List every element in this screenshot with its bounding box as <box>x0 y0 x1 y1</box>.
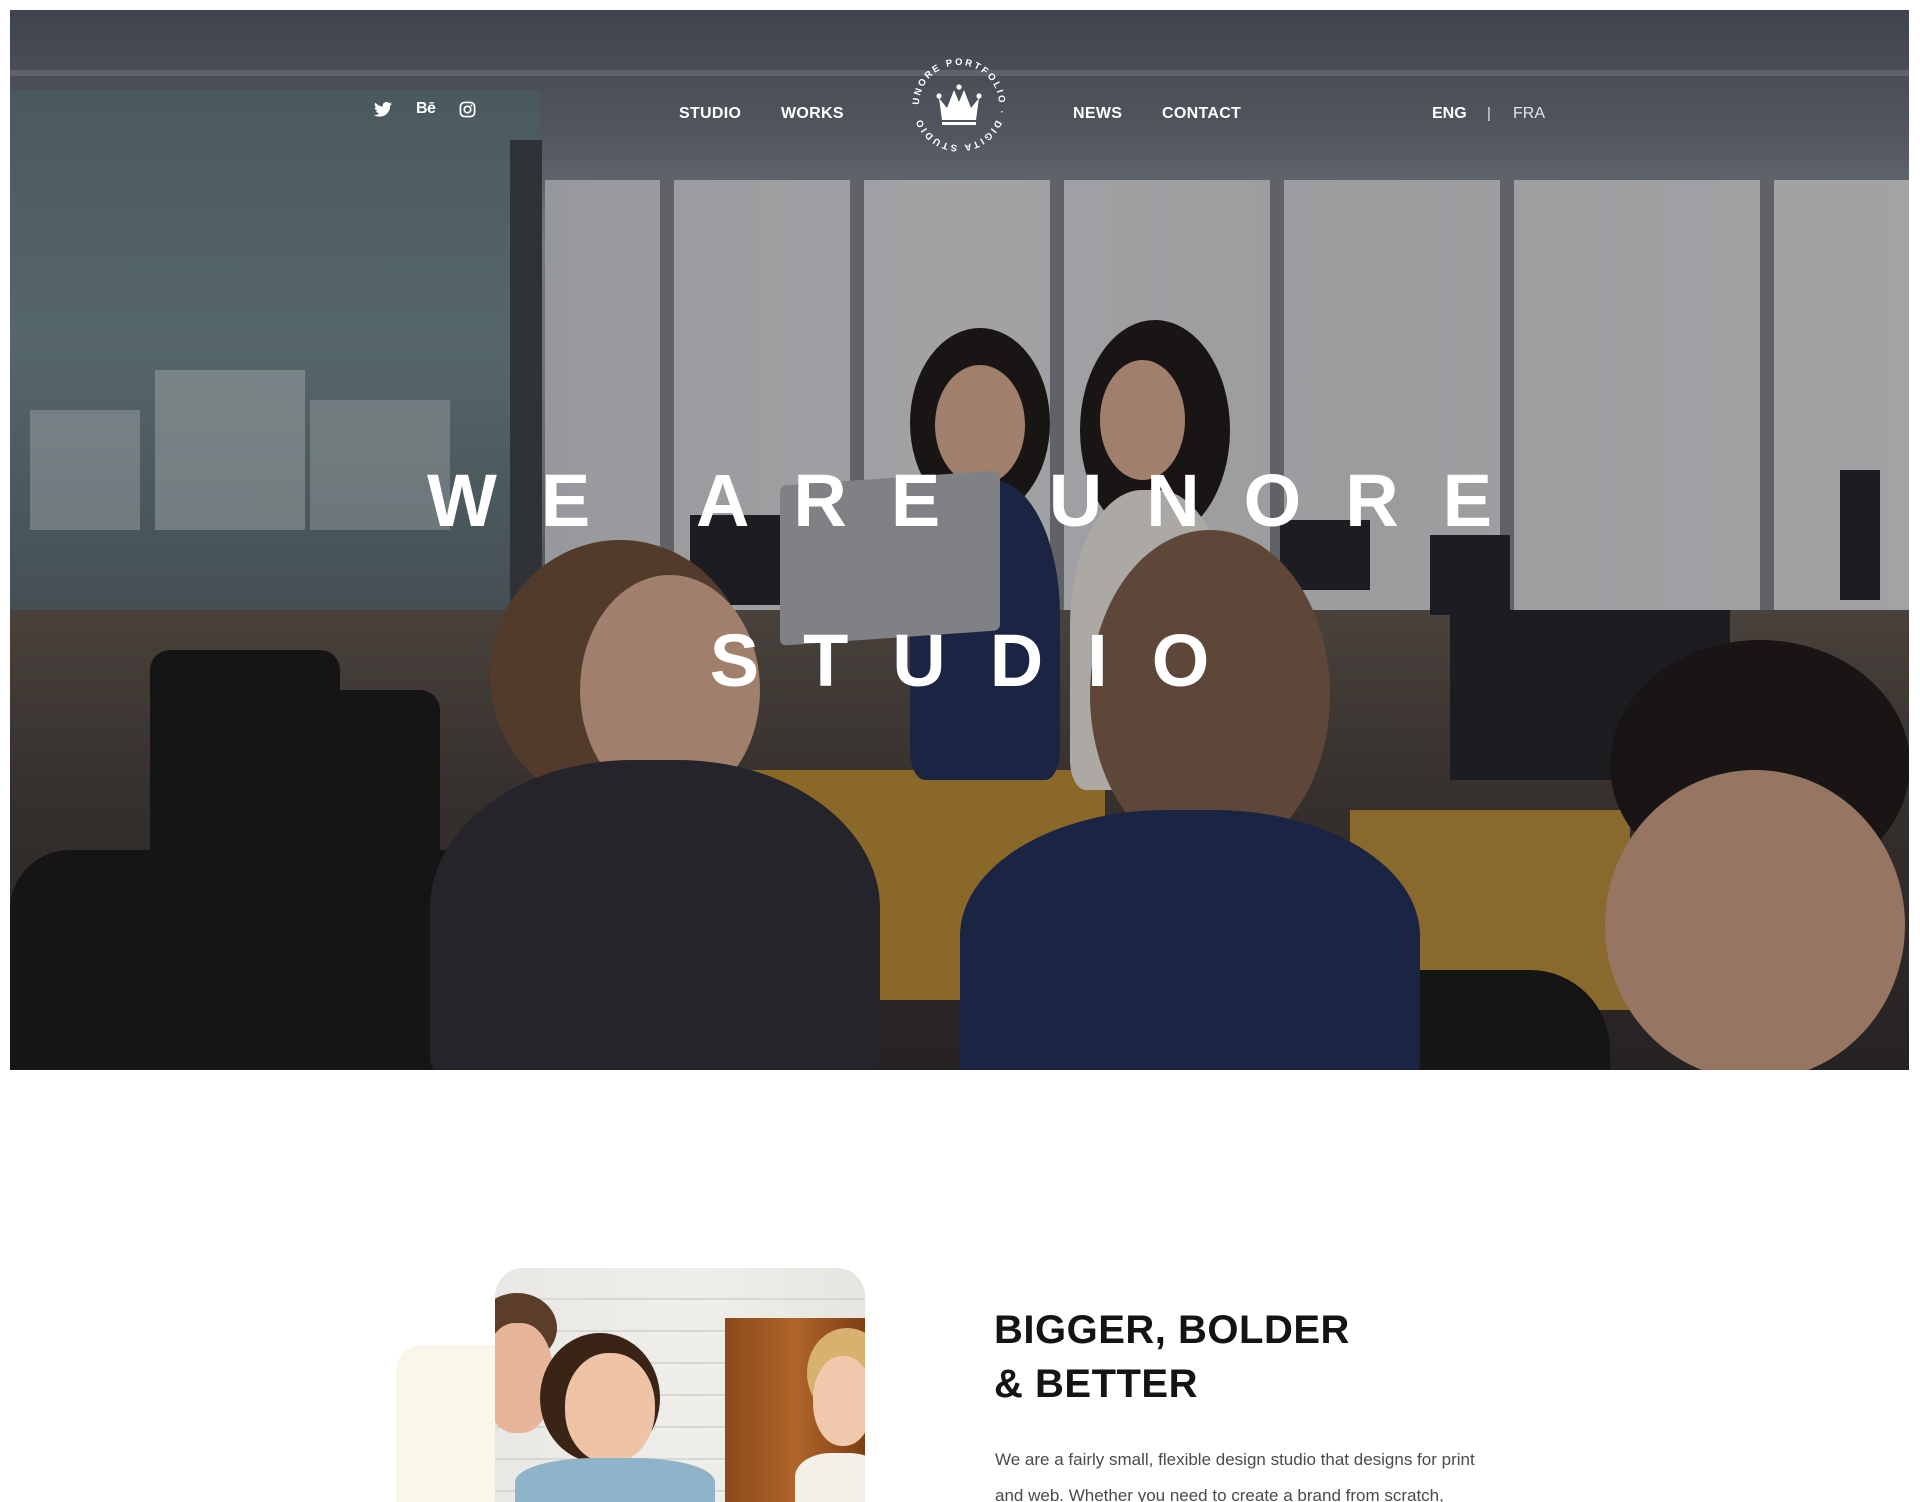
site-logo[interactable]: UNORE PORTFOLIO · DIGITA STUDIO <box>904 50 1014 160</box>
about-team-photo <box>495 1268 865 1502</box>
language-fra[interactable]: FRA <box>1513 105 1545 123</box>
nav-link-contact[interactable]: CONTACT <box>1162 105 1241 123</box>
hero-title-line-1: WE ARE UNORE <box>426 459 1537 542</box>
nav-link-works[interactable]: WORKS <box>781 105 844 123</box>
about-heading-line-1: BIGGER, BOLDER <box>994 1308 1350 1352</box>
hero-title-line-2: STUDIO <box>709 619 1254 702</box>
about-description: We are a fairly small, flexible design s… <box>995 1442 1555 1502</box>
about-text-line-1: We are a fairly small, flexible design s… <box>995 1450 1475 1469</box>
nav-link-news[interactable]: NEWS <box>1073 105 1122 123</box>
language-eng[interactable]: ENG <box>1432 105 1467 123</box>
behance-icon[interactable]: Bē <box>416 98 436 120</box>
top-navigation: Bē STUDIO WORKS UNORE PORTFOLIO · DIGITA… <box>10 10 1909 190</box>
about-heading-line-2: & BETTER <box>994 1362 1198 1406</box>
social-links: Bē <box>374 98 476 120</box>
twitter-icon[interactable] <box>374 98 392 120</box>
crown-icon <box>936 84 982 125</box>
about-text-line-2: and web. Whether you need to create a br… <box>995 1486 1444 1502</box>
about-heading: BIGGER, BOLDER & BETTER <box>994 1303 1350 1411</box>
language-separator: | <box>1487 105 1491 122</box>
instagram-icon[interactable] <box>459 98 476 120</box>
nav-link-studio[interactable]: STUDIO <box>679 105 741 123</box>
